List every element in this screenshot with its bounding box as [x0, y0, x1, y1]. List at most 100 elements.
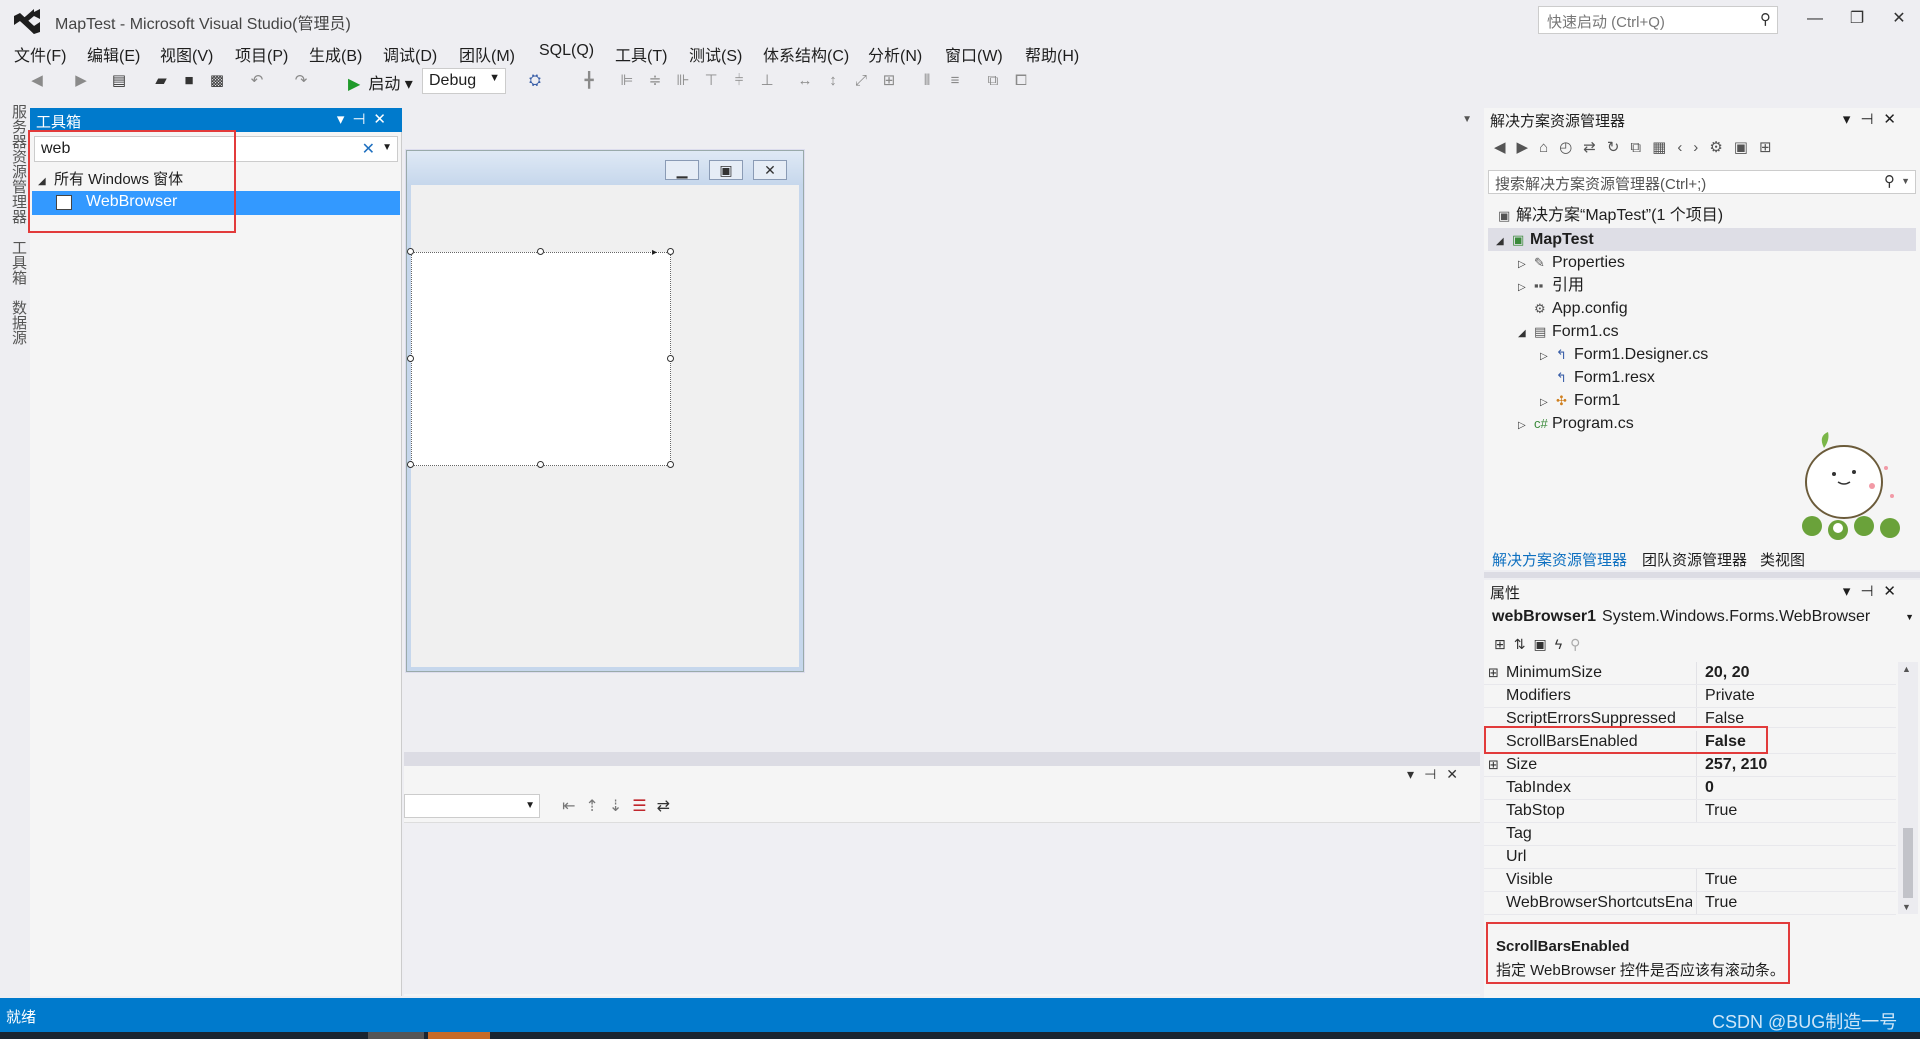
align-rights-icon[interactable]: ⊪ [674, 72, 692, 90]
resize-handle[interactable] [537, 248, 544, 255]
minimize-button[interactable]: — [1800, 6, 1830, 32]
pin-icon[interactable]: ⊣ [352, 111, 373, 128]
size-to-grid-icon[interactable]: ⊞ [880, 72, 898, 90]
undo-icon[interactable]: ↶ [248, 72, 266, 90]
property-value[interactable]: 0 [1696, 777, 1896, 799]
clear-search-icon[interactable]: ✕ [362, 139, 375, 159]
show-all-files-icon[interactable]: ▦ [1652, 139, 1677, 156]
resize-handle[interactable] [667, 461, 674, 468]
property-row[interactable]: Modifiers Private [1484, 685, 1896, 708]
expand-plus-icon[interactable]: ⊞ [1488, 662, 1499, 684]
find-message-icon[interactable]: ⇤ [562, 798, 585, 815]
form-maximize-button[interactable]: ▣ [709, 160, 743, 180]
vertical-spacing-icon[interactable]: ≡ [946, 72, 964, 90]
pending-changes-icon[interactable]: ◴ [1559, 139, 1583, 156]
property-value[interactable]: 20, 20 [1696, 662, 1896, 684]
attach-process-icon[interactable]: ⛭ [526, 72, 544, 90]
collapsed-triangle-icon[interactable]: ▷ [1518, 414, 1534, 437]
alphabetical-icon[interactable]: ⇅ [1514, 636, 1534, 652]
search-icon[interactable]: ⚲ [1884, 172, 1895, 190]
smart-tag-icon[interactable]: ▸ [652, 247, 657, 258]
close-icon[interactable]: ✕ [373, 111, 394, 128]
resize-handle[interactable] [537, 461, 544, 468]
property-row[interactable]: WebBrowserShortcutsEnabledTrue [1484, 892, 1896, 915]
previous-message-icon[interactable]: ⇡ [585, 798, 608, 815]
taskbar-item[interactable] [428, 1032, 490, 1039]
menu-help[interactable]: 帮助(H) [1025, 42, 1079, 66]
close-icon[interactable]: ✕ [1883, 111, 1906, 128]
quick-launch-input[interactable]: 快速启动 (Ctrl+Q) ⚲ [1538, 6, 1778, 34]
properties-view-icon[interactable]: ▣ [1533, 636, 1554, 652]
tree-node-program-cs[interactable]: ▷ c# Program.cs [1518, 412, 1634, 435]
home-icon[interactable]: ⌂ [1539, 139, 1559, 156]
restore-button[interactable]: ❐ [1842, 6, 1872, 32]
dropdown-icon[interactable]: ▾ [1843, 111, 1861, 128]
resize-handle[interactable] [667, 355, 674, 362]
preview-icon[interactable]: ▣ [1734, 139, 1759, 156]
menu-view[interactable]: 视图(V) [160, 42, 213, 66]
close-window-button[interactable]: ✕ [1884, 6, 1914, 32]
property-row[interactable]: TabIndex 0 [1484, 777, 1896, 800]
align-middles-icon[interactable]: ⫩ [730, 72, 748, 90]
send-to-back-icon[interactable]: ⧠ [1012, 72, 1030, 90]
pin-icon[interactable]: ⊣ [1860, 111, 1883, 128]
start-debugging-button[interactable]: ▶ 启动 ▾ [348, 70, 413, 94]
align-grid-icon[interactable]: ╋ [580, 72, 598, 90]
chevron-down-icon[interactable]: ▼ [1901, 176, 1910, 186]
close-icon[interactable]: ✕ [1883, 583, 1906, 600]
categorized-icon[interactable]: ⊞ [1494, 636, 1514, 652]
tree-node-form1-cs[interactable]: ◢ ▤ Form1.cs [1518, 320, 1619, 343]
dropdown-icon[interactable]: ▾ [1407, 766, 1424, 782]
refresh-icon[interactable]: ↻ [1607, 139, 1631, 156]
menu-file[interactable]: 文件(F) [14, 42, 66, 66]
menu-sql[interactable]: SQL(Q) [539, 42, 594, 60]
form-minimize-button[interactable]: ▁ [665, 160, 699, 180]
align-bottoms-icon[interactable]: ⊥ [758, 72, 776, 90]
close-icon[interactable]: ✕ [1446, 766, 1468, 782]
collapsed-triangle-icon[interactable]: ▷ [1518, 253, 1534, 276]
make-same-size-icon[interactable]: ⤢ [852, 72, 870, 90]
property-row[interactable]: Url [1484, 846, 1896, 869]
dropdown-icon[interactable]: ▾ [337, 111, 353, 128]
menu-architecture[interactable]: 体系结构(C) [763, 42, 849, 66]
server-explorer-tab[interactable]: 服务器资源管理器 [8, 104, 29, 224]
menu-test[interactable]: 测试(S) [689, 42, 742, 66]
next-message-icon[interactable]: ⇣ [609, 798, 632, 815]
expanded-triangle-icon[interactable]: ◢ [1496, 230, 1512, 253]
collapsed-triangle-icon[interactable]: ▷ [1540, 345, 1556, 368]
clear-all-icon[interactable]: ☰ [632, 798, 656, 815]
dropdown-icon[interactable]: ▾ [1843, 583, 1861, 600]
collapsed-triangle-icon[interactable]: ▷ [1540, 391, 1556, 414]
menu-build[interactable]: 生成(B) [309, 42, 362, 66]
word-wrap-icon[interactable]: ⇄ [657, 798, 680, 815]
property-row[interactable]: TabStop True [1484, 800, 1896, 823]
pin-icon[interactable]: ⊣ [1424, 766, 1446, 782]
resize-handle[interactable] [407, 355, 414, 362]
new-project-icon[interactable]: ▤ [110, 72, 128, 90]
property-row[interactable]: ⊞ Size 257, 210 [1484, 754, 1896, 777]
resize-handle[interactable] [407, 248, 414, 255]
property-value[interactable]: Private [1696, 685, 1896, 707]
object-selector[interactable]: webBrowser1 System.Windows.Forms.WebBrows… [1484, 608, 1920, 630]
forward-icon[interactable]: ▶ [1517, 139, 1540, 156]
menu-debug[interactable]: 调试(D) [383, 42, 437, 66]
pane-splitter[interactable] [404, 752, 1480, 766]
pane-splitter[interactable] [1484, 572, 1920, 578]
events-lightning-icon[interactable]: ϟ [1555, 636, 1570, 652]
property-grid-scrollbar[interactable]: ▲ ▼ [1898, 662, 1918, 914]
property-row[interactable]: Visible True [1484, 869, 1896, 892]
webbrowser-control[interactable]: ▸ [407, 247, 674, 468]
resize-handle[interactable] [667, 248, 674, 255]
forward-icon[interactable]: ▶ [72, 72, 90, 90]
tab-class-view[interactable]: 类视图 [1760, 549, 1805, 570]
sync-icon[interactable]: ⇄ [1583, 139, 1607, 156]
open-file-icon[interactable]: ▰ [152, 72, 170, 90]
back-icon[interactable]: ◀ [1494, 139, 1517, 156]
expanded-triangle-icon[interactable]: ◢ [1518, 322, 1534, 345]
taskbar-item[interactable] [368, 1032, 424, 1039]
expand-plus-icon[interactable]: ⊞ [1488, 754, 1499, 776]
save-icon[interactable]: ■ [180, 72, 198, 90]
tree-solution-node[interactable]: ▣ 解决方案“MapTest”(1 个项目) [1498, 204, 1723, 227]
scrollbar-thumb[interactable] [1903, 828, 1913, 898]
back-icon[interactable]: ◀ [28, 72, 46, 90]
